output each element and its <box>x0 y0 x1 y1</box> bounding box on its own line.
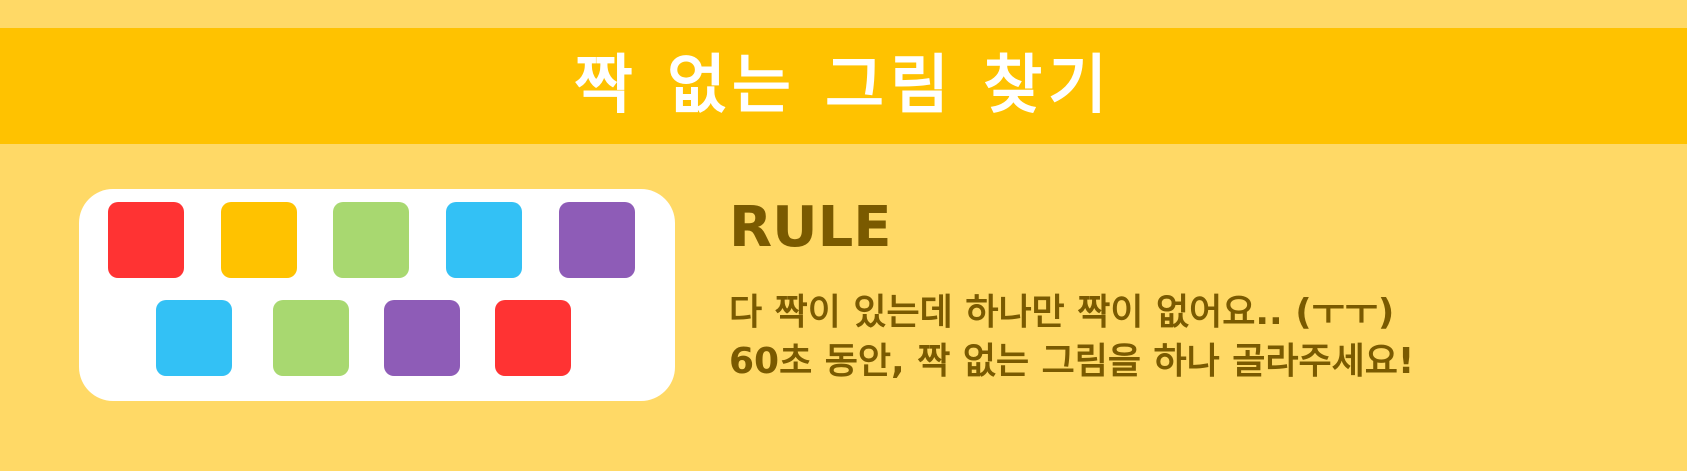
title-banner: 짝 없는 그림 찾기 <box>0 28 1687 144</box>
tile-green <box>333 202 409 278</box>
tile-red <box>108 202 184 278</box>
tile-preview-card <box>79 189 675 401</box>
tile-blue <box>446 202 522 278</box>
tile-yellow <box>221 202 297 278</box>
tile-blue <box>156 300 232 376</box>
rule-text-line-1: 다 짝이 있는데 하나만 짝이 없어요.. (ㅜㅜ) <box>729 292 1395 333</box>
tile-red <box>495 300 571 376</box>
tile-green <box>273 300 349 376</box>
rule-text-line-2: 60초 동안, 짝 없는 그림을 하나 골라주세요! <box>729 341 1415 382</box>
tile-purple <box>384 300 460 376</box>
tile-purple <box>559 202 635 278</box>
game-title: 짝 없는 그림 찾기 <box>573 49 1113 123</box>
rule-heading: RULE <box>729 195 892 260</box>
